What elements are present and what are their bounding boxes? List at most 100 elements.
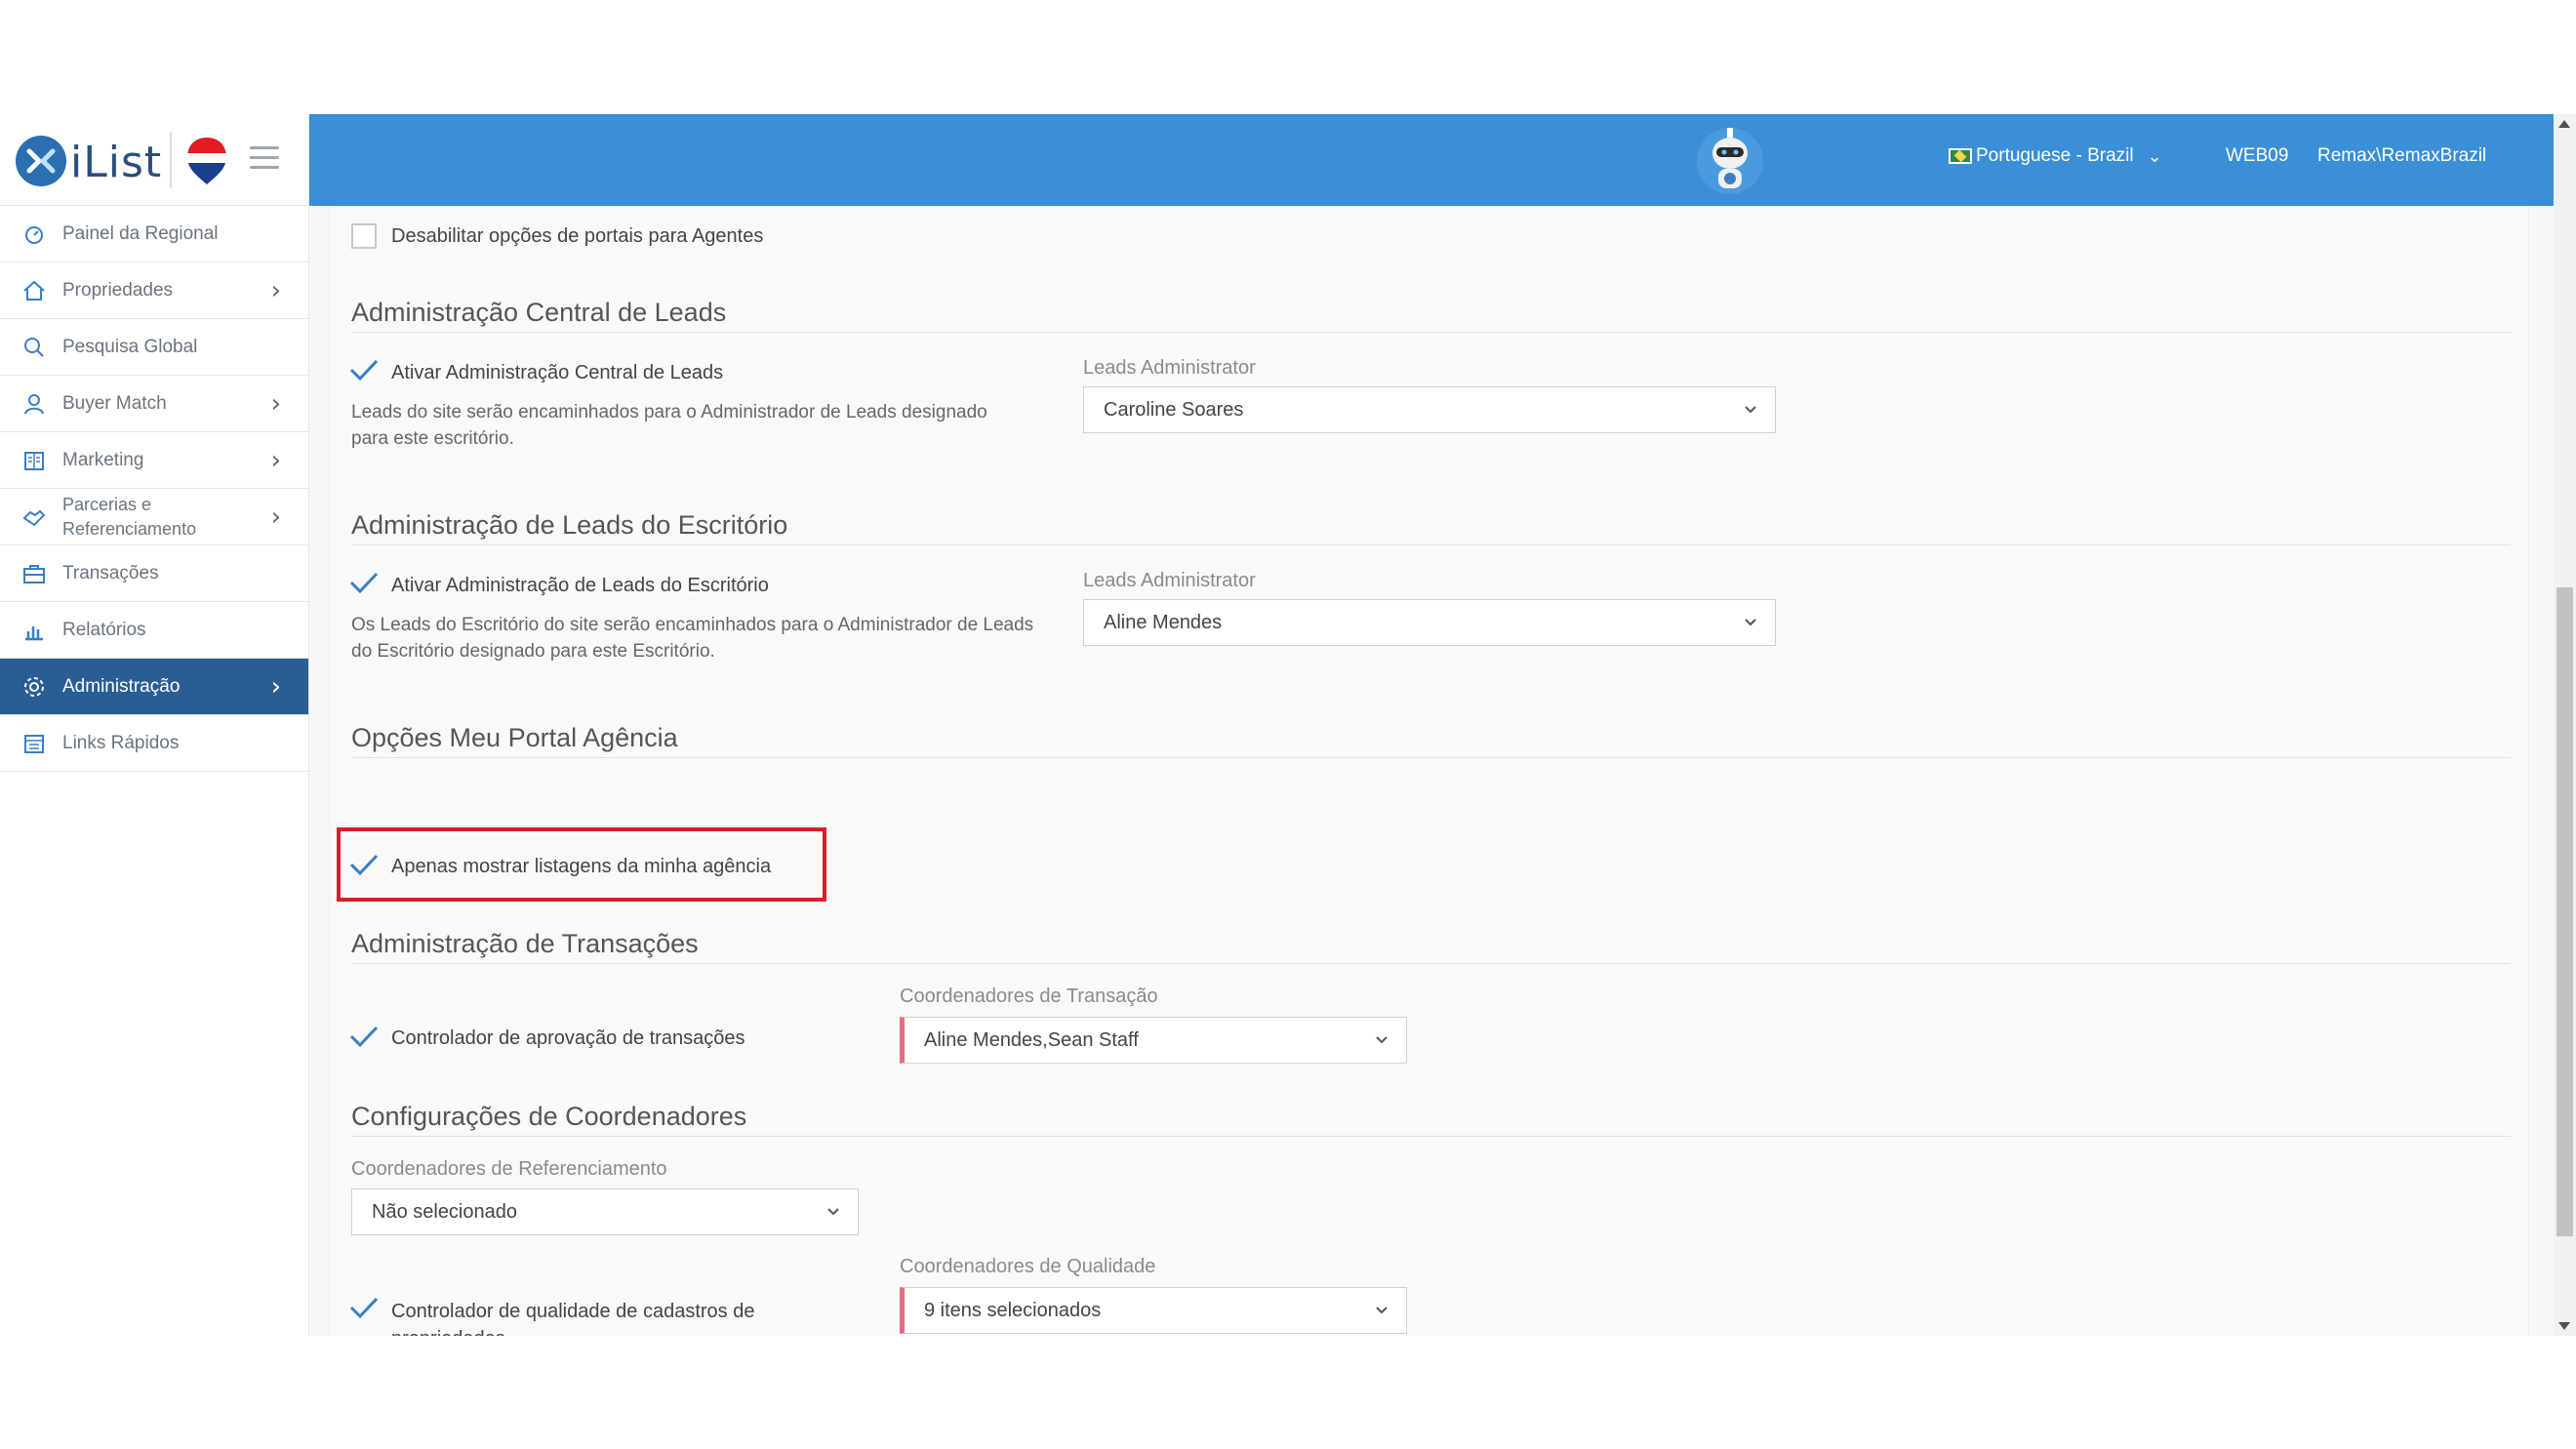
ilist-logo-icon[interactable] <box>16 136 66 186</box>
language-selector[interactable]: Portuguese - Brazil ⌄ <box>1949 145 2162 167</box>
sidebar-item-links-rapidos[interactable]: Links Rápidos <box>0 715 308 772</box>
chevron-right-icon: › <box>270 388 281 419</box>
central-leads-checkbox-label: Ativar Administração Central de Leads <box>391 362 724 383</box>
search-icon <box>21 335 47 360</box>
language-label: Portuguese - Brazil <box>1976 145 2134 166</box>
bar-chart-icon <box>21 618 47 643</box>
checkmark-icon[interactable] <box>349 853 379 876</box>
scrollbar-thumb[interactable] <box>2556 587 2573 1236</box>
sidebar-item-label: Transações <box>62 562 159 584</box>
briefcase-icon <box>21 561 47 586</box>
central-leads-description: Leads do site serão encaminhados para o … <box>351 402 987 449</box>
chevron-down-icon: ⌄ <box>2147 145 2162 166</box>
referral-coordinators-select[interactable]: Não selecionado <box>351 1188 859 1235</box>
section-divider <box>351 757 2511 758</box>
sidebar-item-administracao[interactable]: Administração › <box>0 659 308 715</box>
gear-icon <box>21 674 47 700</box>
chevron-right-icon: › <box>270 671 281 702</box>
checkmark-icon[interactable] <box>349 358 379 382</box>
quality-coordinators-label: Coordenadores de Qualidade <box>900 1256 1156 1277</box>
sidebar-item-transacoes[interactable]: Transações <box>0 545 308 602</box>
sidebar-item-label: Painel da Regional <box>62 222 219 244</box>
sidebar-item-label: Propriedades <box>62 279 174 301</box>
sidebar-item-propriedades[interactable]: Propriedades › <box>0 262 308 319</box>
home-icon <box>21 278 47 303</box>
sidebar-item-marketing[interactable]: Marketing › <box>0 432 308 489</box>
section-divider <box>351 332 2511 333</box>
coordinators-title: Configurações de Coordenadores <box>351 1102 747 1131</box>
handshake-icon <box>21 504 47 530</box>
chevron-right-icon: › <box>270 502 281 532</box>
sidebar-item-label: Links Rápidos <box>62 732 180 753</box>
chevron-down-icon <box>1745 406 1756 414</box>
office-leads-description: Os Leads do Escritório do site serão enc… <box>351 615 1034 662</box>
app-window: iList Painel da Regional Propriedades › … <box>0 114 2576 1336</box>
chevron-down-icon <box>1376 1307 1388 1314</box>
select-value: 9 itens selecionados <box>924 1299 1102 1321</box>
page-scrollbar[interactable] <box>2554 114 2576 1336</box>
sidebar-item-label: Relatórios <box>62 619 146 640</box>
scroll-down-arrow-icon[interactable] <box>2558 1322 2570 1330</box>
user-account-label[interactable]: Remax\RemaxBrazil <box>2317 145 2486 167</box>
section-divider <box>351 544 2511 545</box>
logo-area: iList <box>0 114 308 206</box>
chevron-down-icon <box>827 1208 839 1216</box>
dashboard-icon <box>21 221 47 247</box>
quality-control-label: Controlador de qualidade de cadastros de… <box>391 1301 755 1336</box>
select-value: Não selecionado <box>372 1200 517 1223</box>
select-value: Aline Mendes <box>1104 611 1223 633</box>
sidebar: iList Painel da Regional Propriedades › … <box>0 114 309 1336</box>
brazil-flag-icon <box>1949 148 1972 164</box>
logo-divider <box>170 132 172 188</box>
disable-portals-label: Desabilitar opções de portais para Agent… <box>391 225 764 247</box>
link-list-icon <box>21 731 47 756</box>
top-bar: Portuguese - Brazil ⌄ WEB09 Remax\RemaxB… <box>309 114 2554 206</box>
robot-assistant-icon[interactable] <box>1695 124 1765 196</box>
quality-coordinators-select[interactable]: 9 itens selecionados <box>900 1287 1407 1334</box>
sidebar-item-buyer-match[interactable]: Buyer Match › <box>0 376 308 432</box>
section-divider <box>351 963 2511 964</box>
sidebar-item-label: Administração <box>62 675 181 697</box>
sidebar-item-parcerias[interactable]: Parcerias e Referenciamento › <box>0 489 308 545</box>
office-leads-title: Administração de Leads do Escritório <box>351 510 788 540</box>
chevron-down-icon <box>1745 619 1756 626</box>
hamburger-menu-icon[interactable] <box>250 146 279 172</box>
remax-balloon-icon <box>185 136 228 186</box>
office-leads-administrator-select[interactable]: Aline Mendes <box>1083 599 1776 646</box>
user-icon <box>21 391 47 417</box>
section-divider <box>351 1136 2511 1137</box>
sidebar-item-label: Pesquisa Global <box>62 336 198 357</box>
checkmark-icon[interactable] <box>349 571 379 594</box>
sidebar-item-relatorios[interactable]: Relatórios <box>0 602 308 659</box>
transaction-approval-label: Controlador de aprovação de transações <box>391 1027 745 1049</box>
own-agency-listings-label: Apenas mostrar listagens da minha agênci… <box>391 856 772 877</box>
referral-coordinators-label: Coordenadores de Referenciamento <box>351 1158 667 1180</box>
sidebar-item-label: Parcerias e Referenciamento <box>62 494 197 539</box>
chevron-down-icon <box>1376 1036 1388 1044</box>
sidebar-item-label: Buyer Match <box>62 392 167 414</box>
central-leads-administrator-select[interactable]: Caroline Soares <box>1083 386 1776 433</box>
sidebar-item-label: Marketing <box>62 449 144 470</box>
chevron-right-icon: › <box>270 445 281 475</box>
select-value: Aline Mendes,Sean Staff <box>924 1028 1139 1051</box>
sidebar-item-pesquisa-global[interactable]: Pesquisa Global <box>0 319 308 376</box>
chevron-right-icon: › <box>270 275 281 305</box>
central-leads-field-label: Leads Administrator <box>1083 357 1256 379</box>
checkmark-icon[interactable] <box>349 1025 379 1048</box>
office-leads-field-label: Leads Administrator <box>1083 570 1256 591</box>
transactions-title: Administração de Transações <box>351 929 699 958</box>
transaction-coordinators-select[interactable]: Aline Mendes,Sean Staff <box>900 1017 1407 1064</box>
book-icon <box>21 448 47 473</box>
sidebar-item-painel-regional[interactable]: Painel da Regional <box>0 206 308 262</box>
transaction-coordinators-label: Coordenadores de Transação <box>900 986 1158 1007</box>
disable-portals-checkbox[interactable] <box>351 223 377 249</box>
office-leads-checkbox-label: Ativar Administração de Leads do Escritó… <box>391 575 769 596</box>
central-leads-title: Administração Central de Leads <box>351 298 727 327</box>
server-label: WEB09 <box>2226 145 2289 166</box>
brand-name: iList <box>70 138 163 187</box>
settings-panel: Desabilitar opções de portais para Agent… <box>329 206 2529 1336</box>
scroll-up-arrow-icon[interactable] <box>2558 120 2570 128</box>
portal-options-title: Opções Meu Portal Agência <box>351 723 678 752</box>
checkmark-icon[interactable] <box>349 1296 379 1319</box>
select-value: Caroline Soares <box>1104 398 1244 421</box>
